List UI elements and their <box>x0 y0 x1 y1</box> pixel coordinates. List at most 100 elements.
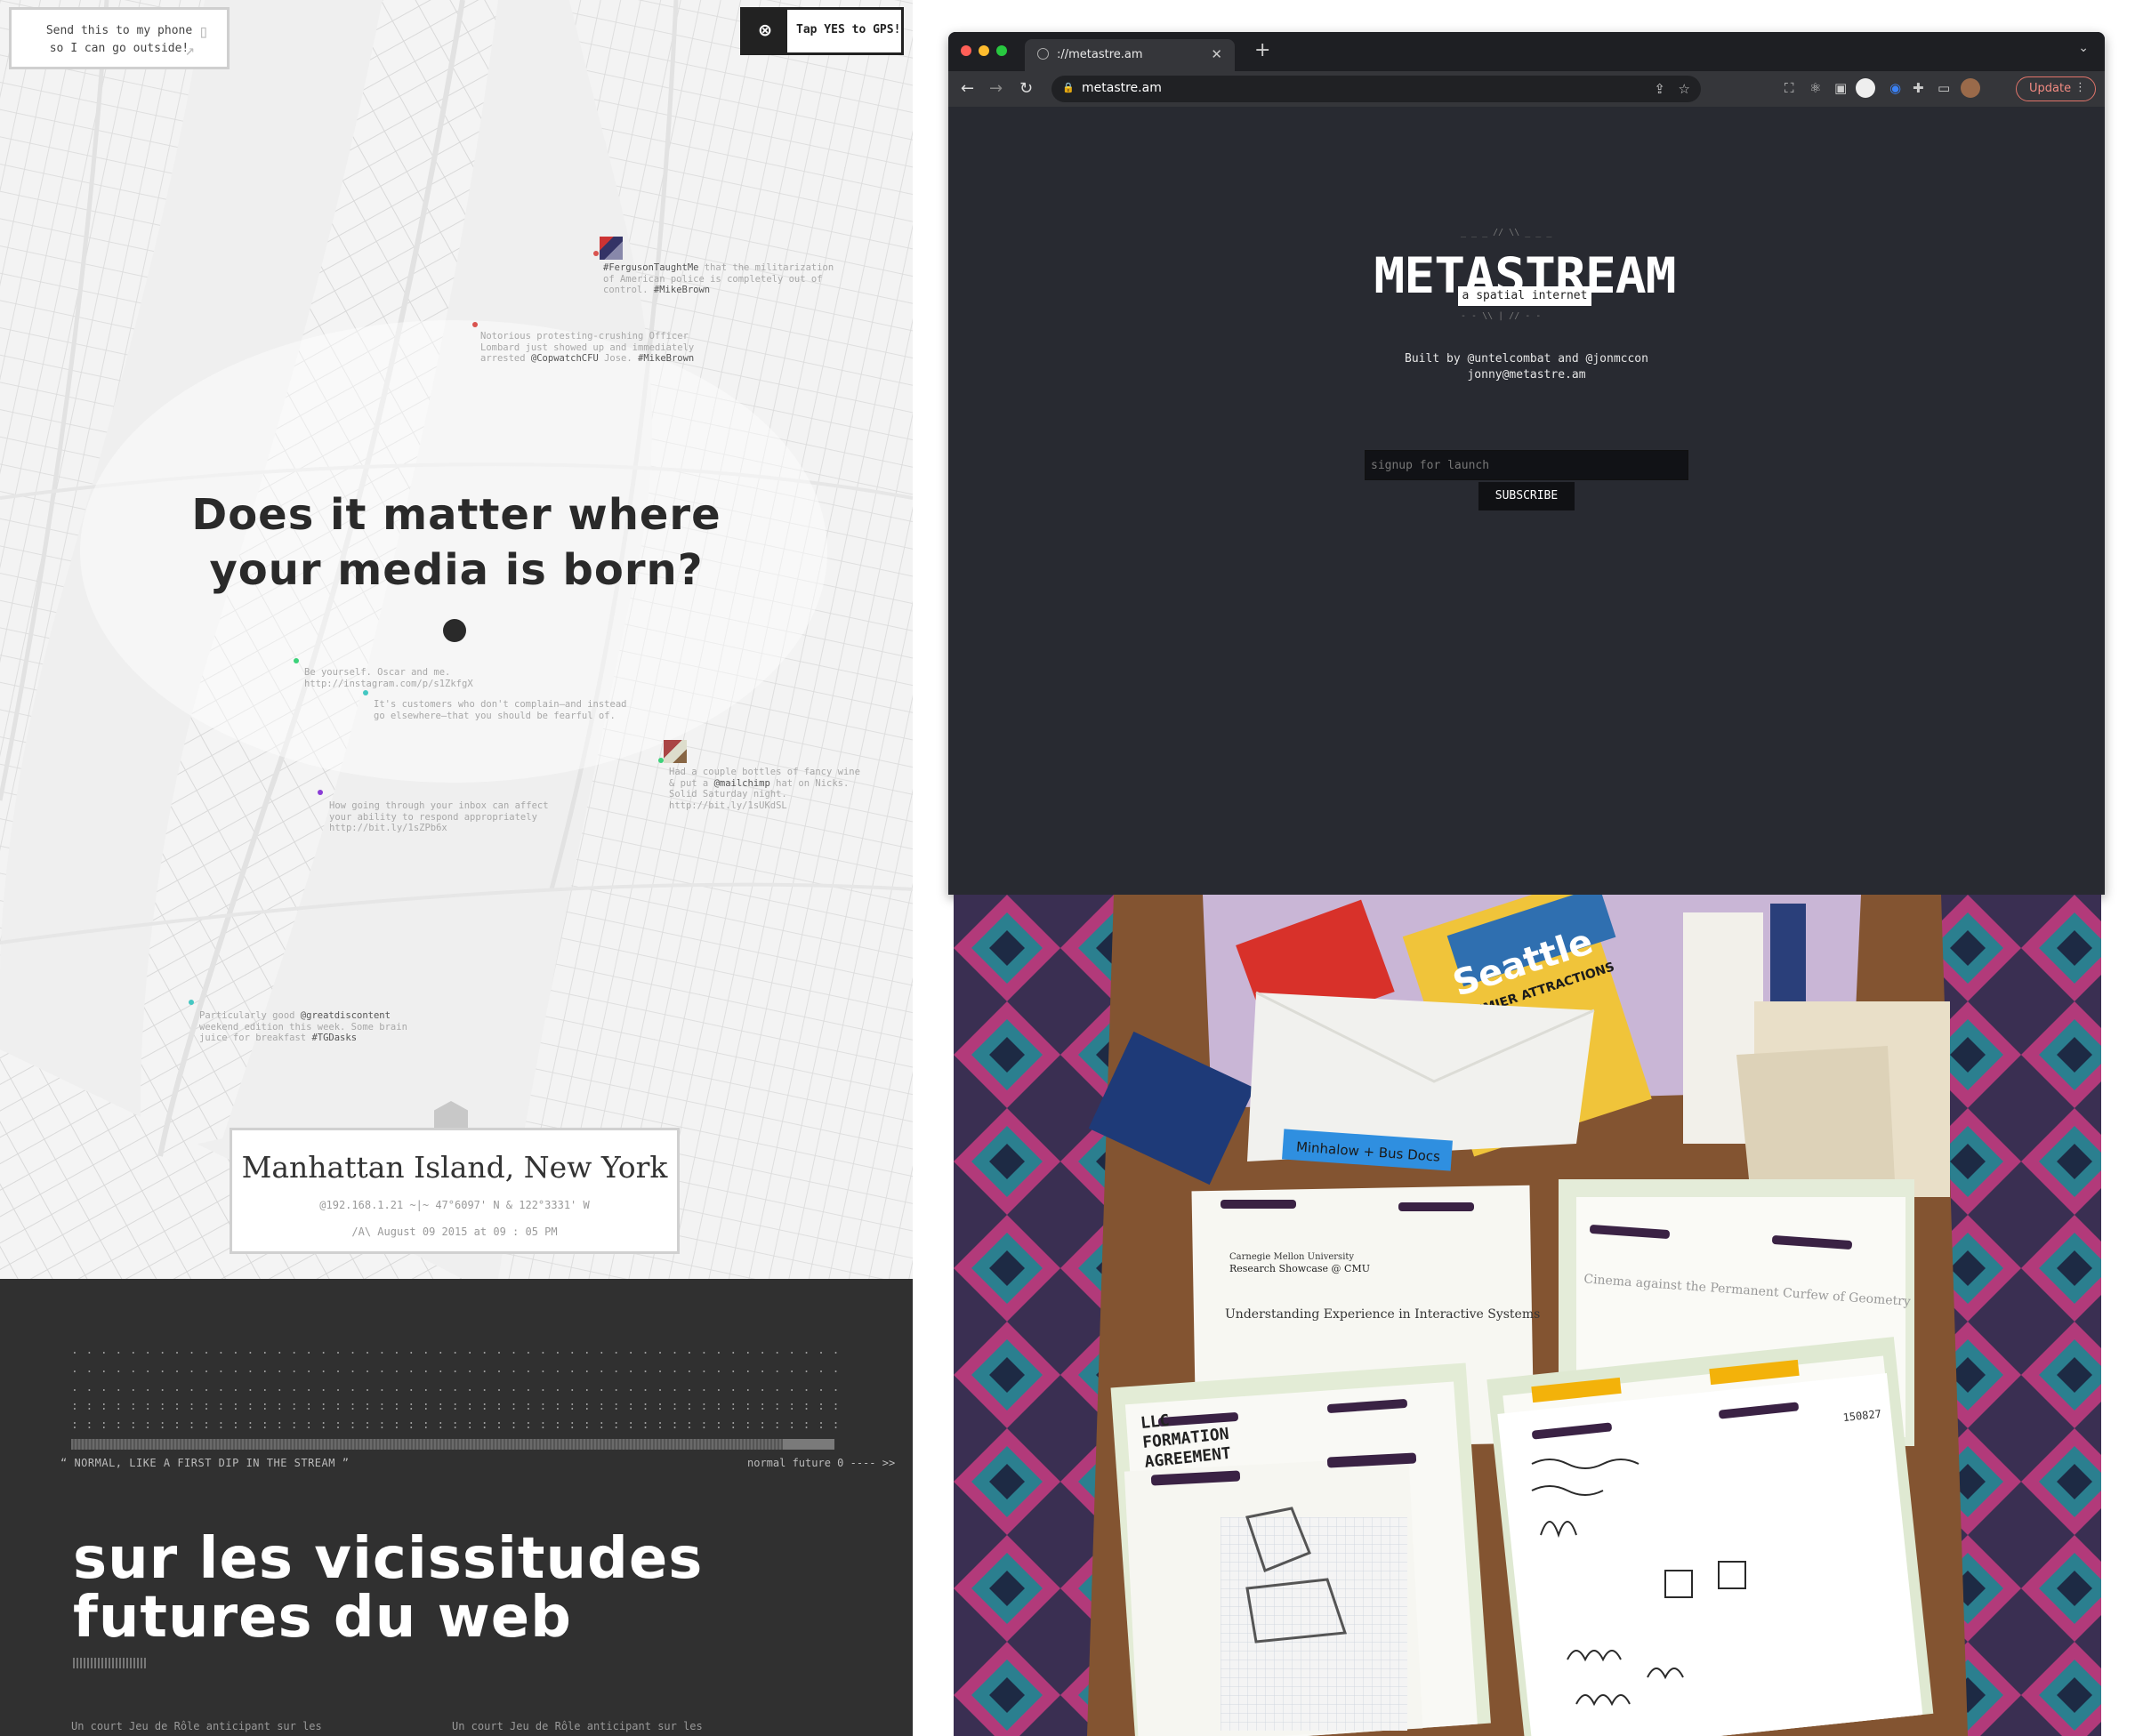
close-window-button[interactable] <box>961 45 971 56</box>
phone-icon: ▯ <box>197 20 209 42</box>
paper-title: Understanding Experience in Interactive … <box>1225 1307 1540 1322</box>
tweet: How going through your inbox can affect … <box>329 800 549 834</box>
paper-heading1: Carnegie Mellon University <box>1229 1252 1354 1262</box>
tab-bar: ://metastre.am ✕ + ⌄ <box>948 32 2105 71</box>
update-label: Update <box>2029 82 2072 95</box>
address-bar[interactable]: 🔒 metastre.am ⇪ ☆ <box>1051 76 1701 102</box>
hashtag[interactable]: #TGDasks <box>311 1033 357 1043</box>
email-signup-input[interactable]: signup for launch <box>1365 450 1688 480</box>
photo-illustration: Seattle PREMIER ATTRACTIONS Minhalow + B… <box>954 895 2101 1736</box>
browser-toolbar: ← → ↻ 🔒 metastre.am ⇪ ☆ ⛶ ⚛ ▣ ◉ ✚ ▭ Upda… <box>948 71 2105 107</box>
extension-blue-icon[interactable]: ◉ <box>1889 80 1901 96</box>
new-tab-icon[interactable]: + <box>1254 39 1270 61</box>
tweet-text: your ability to respond appropriately <box>329 811 537 823</box>
tweet-text: It's customers who don't complain—and in… <box>374 699 627 710</box>
cast-icon[interactable]: ▭ <box>1938 80 1950 96</box>
maximize-window-button[interactable] <box>996 45 1007 56</box>
hashtag[interactable]: #MikeBrown <box>638 353 694 364</box>
paper-heading2: Research Showcase @ CMU <box>1229 1263 1370 1274</box>
tweet-dot[interactable] <box>658 758 664 763</box>
close-tab-icon[interactable]: ✕ <box>1211 46 1222 62</box>
forward-icon[interactable]: → <box>989 79 1003 98</box>
send-to-phone-box[interactable]: Send this to my phone so I can go outsid… <box>9 7 230 69</box>
tweet-dot[interactable] <box>294 658 299 663</box>
dot-row: : : : : : : : : : : : : : : : : : : : : … <box>71 1401 838 1412</box>
tweet-link[interactable]: http://bit.ly/1sUKdSL <box>669 800 787 811</box>
minimize-window-button[interactable] <box>979 45 989 56</box>
hashtag[interactable]: #MikeBrown <box>654 285 710 295</box>
page-content: _ _ _ // \\ _ _ _ METASTREAM a spatial i… <box>948 107 2105 895</box>
location-marker[interactable] <box>443 619 466 642</box>
globe-icon <box>1037 48 1049 60</box>
tab-title: ://metastre.am <box>1057 48 1143 61</box>
tweet-text: of American police is completely out of <box>603 273 823 285</box>
tweet: Be yourself. Oscar and me. http://instag… <box>304 667 473 689</box>
reload-icon[interactable]: ↻ <box>1019 79 1033 98</box>
subscribe-button[interactable]: SUBSCRIBE <box>1478 482 1575 510</box>
tweet-link[interactable]: http://instagram.com/p/s1ZkfgX <box>304 679 473 689</box>
tweet-dot[interactable] <box>472 322 478 327</box>
tab-metastream[interactable]: ://metastre.am ✕ <box>1025 39 1235 71</box>
metastream-logo: _ _ _ // \\ _ _ _ METASTREAM a spatial i… <box>1363 228 1687 334</box>
progress-stream-bar <box>71 1439 834 1450</box>
gps-button[interactable]: ⊗ Tap YES to GPS! <box>740 7 904 55</box>
tweet-text: juice for breakfast <box>199 1033 312 1043</box>
dot-row: . . . . . . . . . . . . . . . . . . . . … <box>71 1363 838 1375</box>
logo-decoration: - - \\ | // - - <box>1461 311 1542 321</box>
lock-icon: 🔒 <box>1062 82 1075 93</box>
update-button[interactable]: Update ⋮ <box>2016 76 2096 101</box>
profile-extension-icon[interactable] <box>1856 78 1875 98</box>
headline: Does it matter where your media is born? <box>142 487 770 598</box>
normal-future-link[interactable]: normal future 0 ---- >> <box>747 1457 895 1469</box>
tweet-dot[interactable] <box>593 251 599 256</box>
tweet-text: Notorious protesting-crushing Officer <box>480 331 689 342</box>
arrow-icon: ↗ <box>185 41 195 60</box>
location-card: Manhattan Island, New York @192.168.1.21… <box>230 1128 680 1254</box>
mention[interactable]: @mailchimp <box>714 778 770 789</box>
tweet-text: Be yourself. Oscar and me. <box>304 667 451 678</box>
avatar[interactable] <box>600 237 623 260</box>
more-icon[interactable]: ⋮ <box>2075 81 2086 94</box>
tweet: Notorious protesting-crushing Officer Lo… <box>480 331 694 365</box>
extension-icon[interactable]: ⛶ <box>1785 80 1794 96</box>
notion-icon[interactable]: ▣ <box>1834 80 1847 96</box>
credits: Built by @untelcombat and @jonmccon <box>1405 352 1648 366</box>
tweet-dot[interactable] <box>189 1000 194 1005</box>
tweet-text: go elsewhere—that you should be fearful … <box>374 710 616 721</box>
dark-panel: . . . . . . . . . . . . . . . . . . . . … <box>0 1279 913 1736</box>
avatar[interactable] <box>664 740 687 763</box>
title-line1: sur les vicissitudes <box>73 1526 704 1592</box>
dot-row: . . . . . . . . . . . . . . . . . . . . … <box>71 1345 838 1356</box>
chevron-down-icon[interactable]: ⌄ <box>2078 41 2089 55</box>
tweet-text: Particularly good <box>199 1010 301 1021</box>
close-icon[interactable]: ⊗ <box>743 10 787 52</box>
tweet-dot[interactable] <box>318 790 323 795</box>
hashtag[interactable]: #FergusonTaughtMe <box>603 262 698 273</box>
gps-label: Tap YES to GPS! <box>796 23 901 36</box>
avatar[interactable] <box>1961 78 1980 98</box>
back-icon[interactable]: ← <box>961 79 974 98</box>
blurb-left: Un court Jeu de Rôle anticipant sur les <box>71 1720 322 1732</box>
contact-email[interactable]: jonny@metastre.am <box>948 368 2105 382</box>
dot-row: . . . . . . . . . . . . . . . . . . . . … <box>71 1382 838 1394</box>
react-icon[interactable]: ⚛ <box>1809 80 1821 96</box>
dot-pattern: . . . . . . . . . . . . . . . . . . . . … <box>71 1345 838 1431</box>
title-line2: futures du web <box>73 1585 572 1651</box>
tweet-text: Had a couple bottles of fancy wine <box>669 767 860 777</box>
phone-prompt-line1: Send this to my phone <box>45 24 193 37</box>
share-icon[interactable]: ⇪ <box>1654 81 1665 97</box>
mention[interactable]: @CopwatchCFU <box>531 353 599 364</box>
desk-photo: Seattle PREMIER ATTRACTIONS Minhalow + B… <box>954 895 2101 1736</box>
headline-line2: your media is born? <box>209 545 704 595</box>
divider <box>73 1658 146 1668</box>
page-title: sur les vicissitudes futures du web <box>73 1530 785 1647</box>
mention[interactable]: @greatdiscontent <box>301 1010 391 1021</box>
tweet-link[interactable]: http://bit.ly/1sZPb6x <box>329 823 447 833</box>
tweet-dot[interactable] <box>363 690 368 695</box>
tweet-text: hat on Nicks. <box>769 777 850 789</box>
puzzle-icon[interactable]: ✚ <box>1913 80 1924 96</box>
browser-window: ://metastre.am ✕ + ⌄ ← → ↻ 🔒 metastre.am… <box>948 32 2105 895</box>
tweet-text: that the militarization <box>698 262 834 273</box>
tweet-text: How going through your inbox can affect <box>329 800 549 811</box>
star-icon[interactable]: ☆ <box>1679 81 1690 97</box>
